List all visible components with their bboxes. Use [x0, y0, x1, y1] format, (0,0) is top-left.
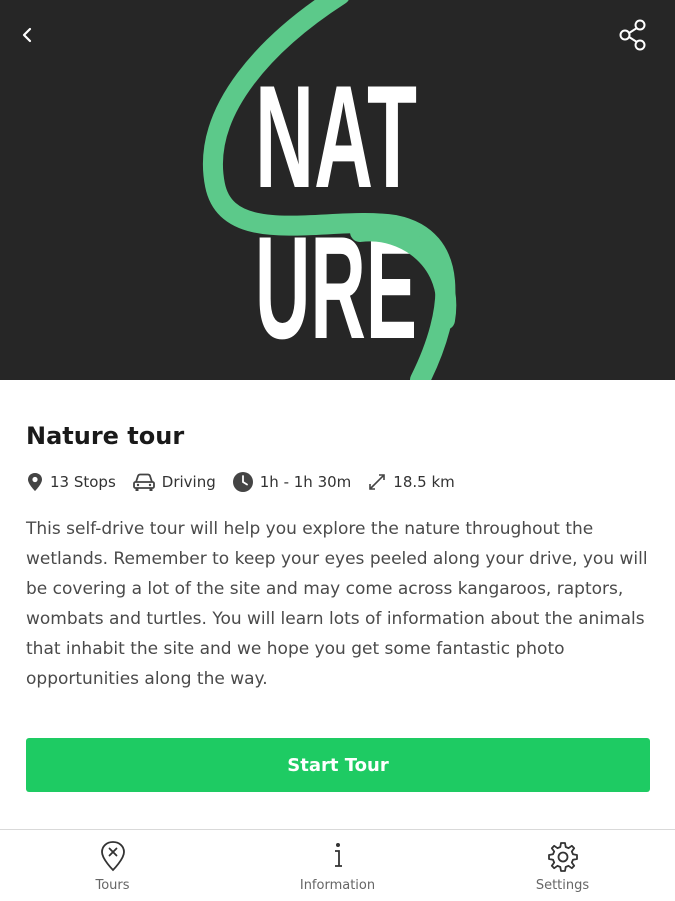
nav-item-tours[interactable]: Tours: [0, 830, 225, 901]
share-button[interactable]: [612, 14, 654, 56]
meta-distance: 18.5 km: [367, 472, 455, 492]
nav-label-information: Information: [299, 878, 376, 893]
map-pin-icon: [28, 473, 42, 491]
tour-meta: 13 Stops Driving 1h - 1h 30m 18.5 km: [26, 469, 471, 495]
nav-label-settings: Settings: [535, 878, 590, 893]
meta-stops-label: 13 Stops: [50, 473, 116, 491]
meta-duration-label: 1h - 1h 30m: [259, 473, 352, 491]
clock-icon: [232, 472, 253, 492]
gear-icon: [547, 842, 578, 872]
nav-item-information[interactable]: Information: [225, 830, 450, 901]
chevron-left-icon: [22, 27, 32, 43]
map-pin-x-icon: [100, 841, 125, 872]
tour-title: Nature tour: [26, 422, 185, 450]
nature-logo-artwork: NAT URE: [203, 0, 457, 380]
share-icon: [619, 19, 646, 51]
info-icon: [334, 843, 342, 867]
meta-distance-label: 18.5 km: [393, 473, 455, 491]
logo-text-line1: NAT: [255, 55, 417, 218]
bottom-nav: Tours Information Settings: [0, 829, 675, 901]
start-tour-button[interactable]: Start Tour: [26, 738, 650, 792]
hero-banner: NAT URE: [0, 0, 675, 380]
nav-label-tours: Tours: [95, 878, 130, 893]
nav-item-settings[interactable]: Settings: [450, 830, 675, 901]
tour-description: This self-drive tour will help you explo…: [26, 519, 648, 689]
meta-mode: Driving: [132, 472, 216, 492]
car-icon: [132, 473, 155, 491]
meta-duration: 1h - 1h 30m: [232, 471, 352, 493]
meta-stops: 13 Stops: [26, 472, 116, 492]
back-button[interactable]: [10, 18, 44, 52]
meta-mode-label: Driving: [161, 473, 216, 491]
distance-diagonal-icon: [369, 474, 386, 490]
